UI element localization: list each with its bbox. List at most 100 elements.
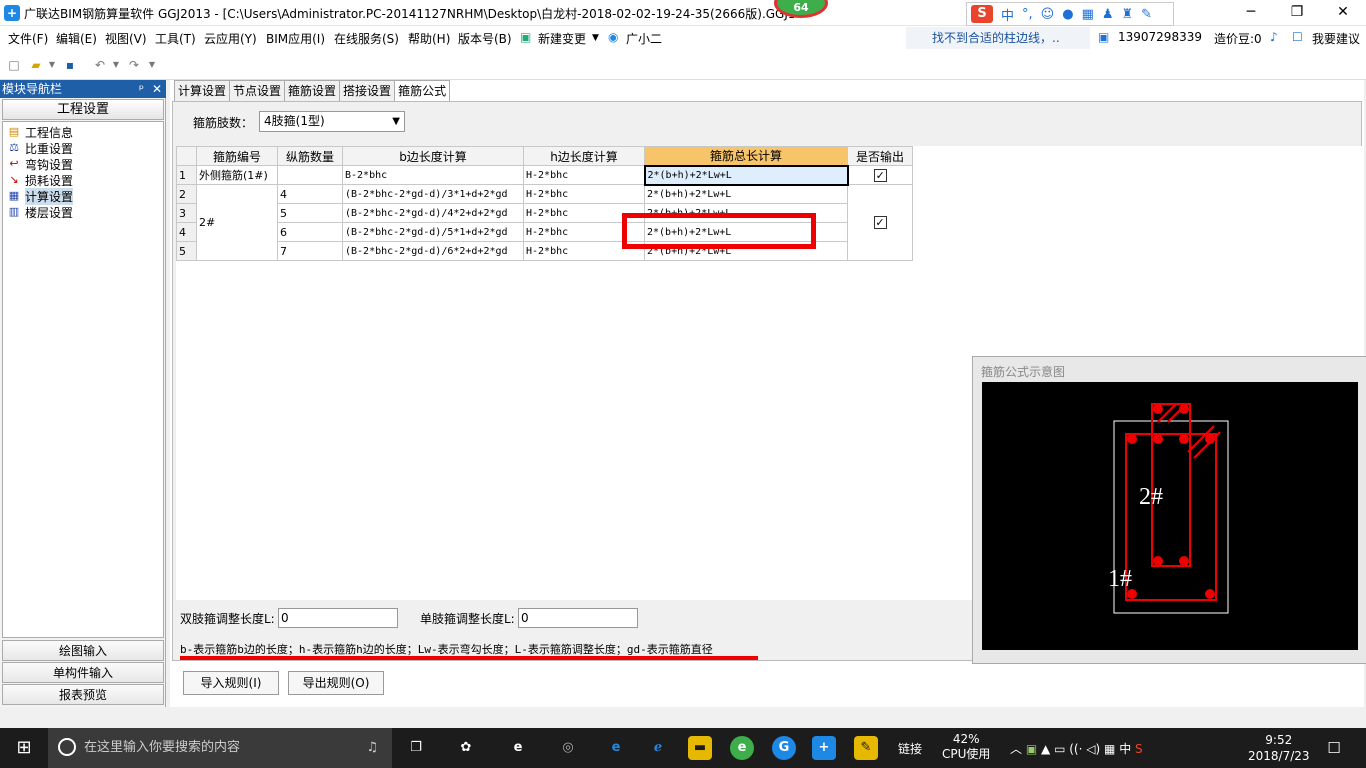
battery-icon[interactable]: ▭ (1054, 742, 1065, 756)
cost-bean[interactable]: 造价豆:0 (1214, 30, 1262, 47)
single-limb-input[interactable]: 0 (518, 608, 638, 628)
chevron-down-icon[interactable]: ▼ (592, 33, 599, 43)
col-header[interactable]: 纵筋数量 (277, 146, 343, 166)
tree-item-loss[interactable]: ↘ 损耗设置 (7, 172, 73, 188)
menu-version[interactable]: 版本号(B) (458, 30, 512, 47)
menu-view[interactable]: 视图(V) (105, 30, 147, 47)
chat-icon[interactable]: ☐ (1292, 30, 1303, 44)
suggest-link[interactable]: 我要建议 (1312, 30, 1360, 47)
tip-banner[interactable]: 找不到合适的柱边线，.. (906, 27, 1090, 49)
tree-item-floor[interactable]: ▥ 楼层设置 (7, 204, 73, 220)
col-header[interactable]: b边长度计算 (342, 146, 524, 166)
h-formula-cell[interactable]: H-2*bhc (523, 165, 645, 185)
b-formula-cell[interactable]: B-2*bhc (342, 165, 524, 185)
col-header[interactable]: 箍筋总长计算 (644, 146, 848, 166)
menu-assistant[interactable]: 广小二 (626, 30, 662, 47)
close-button[interactable]: ✕ (1320, 0, 1366, 26)
pin-icon[interactable]: ᵖ (139, 80, 144, 98)
double-limb-input[interactable]: 0 (278, 608, 398, 628)
code-cell[interactable]: 2# (196, 184, 278, 261)
output-checkbox[interactable]: ✓ (873, 168, 887, 182)
restore-button[interactable]: ❐ (1274, 0, 1320, 26)
qty-cell[interactable]: 6 (277, 222, 343, 242)
chevron-down-icon[interactable]: ▼ (144, 58, 160, 72)
col-header[interactable]: 是否输出 (847, 146, 913, 166)
phone-number[interactable]: 13907298339 (1118, 30, 1202, 44)
ime-indicator[interactable]: 中 (1119, 742, 1131, 756)
minimize-button[interactable]: ─ (1228, 0, 1274, 26)
tab-stirrup[interactable]: 箍筋设置 (284, 80, 341, 101)
network-icon[interactable]: ((· (1069, 742, 1082, 756)
menu-cloud[interactable]: 云应用(Y) (204, 30, 257, 47)
chevron-down-icon[interactable]: ▼ (44, 58, 60, 72)
ime-lang[interactable]: 中 (1001, 5, 1014, 24)
bell-icon[interactable]: ♪ (1270, 30, 1278, 44)
shirt-icon[interactable]: ♜ (1122, 7, 1134, 22)
chevron-up-icon[interactable]: ︿ (1010, 742, 1022, 756)
export-rules-button[interactable]: 导出规则(O) (288, 671, 384, 695)
row-number[interactable]: 4 (176, 222, 197, 242)
mic-icon[interactable]: ♫ (366, 728, 378, 768)
qty-cell[interactable]: 4 (277, 184, 343, 204)
menu-tools[interactable]: 工具(T) (155, 30, 196, 47)
tab-node[interactable]: 节点设置 (229, 80, 286, 101)
file-explorer-icon[interactable]: ▬ (688, 736, 712, 760)
menu-bim[interactable]: BIM应用(I) (266, 30, 325, 47)
tree-item-calc[interactable]: ▦ 计算设置 (7, 187, 74, 205)
open-folder-icon[interactable]: ▰ (28, 58, 44, 72)
new-file-icon[interactable]: □ (6, 58, 22, 72)
taskbar-search[interactable]: 在这里输入你要搜索的内容 ♫ (48, 728, 392, 768)
spiral-app-icon[interactable]: ◎ (556, 736, 580, 760)
output-cell[interactable]: ✓ (847, 184, 913, 261)
report-preview-button[interactable]: 报表预览 (2, 684, 164, 705)
qty-cell[interactable]: 5 (277, 203, 343, 223)
close-icon[interactable]: ✕ (152, 80, 162, 98)
row-number[interactable]: 2 (176, 184, 197, 204)
b-formula-cell[interactable]: (B-2*bhc-2*gd-d)/6*2+d+2*gd (342, 241, 524, 261)
output-checkbox[interactable]: ✓ (873, 216, 887, 229)
total-formula-cell[interactable]: 2*(b+h)+2*Lw+L (644, 184, 848, 204)
edge-icon[interactable]: e (604, 736, 628, 760)
b-formula-cell[interactable]: (B-2*bhc-2*gd-d)/5*1+d+2*gd (342, 222, 524, 242)
save-icon[interactable]: ▪ (62, 58, 78, 72)
tab-lap[interactable]: 搭接设置 (339, 80, 396, 101)
qty-cell[interactable]: 7 (277, 241, 343, 261)
keyboard-icon[interactable]: ▦ (1082, 7, 1094, 22)
g-app-icon[interactable]: G (772, 736, 796, 760)
clock[interactable]: 9:52 2018/7/23 (1248, 732, 1310, 764)
b-formula-cell[interactable]: (B-2*bhc-2*gd-d)/3*1+d+2*gd (342, 184, 524, 204)
notes-app-icon[interactable]: ✎ (854, 736, 878, 760)
mic-icon[interactable]: ● (1062, 7, 1073, 22)
project-settings-button[interactable]: 工程设置 (2, 99, 164, 120)
ime-toolbar[interactable]: S 中 °, ☺ ● ▦ ♟ ♜ ✎ (966, 2, 1174, 26)
wrench-icon[interactable]: ✎ (1141, 7, 1152, 22)
code-cell[interactable]: 外侧箍筋(1#) (196, 165, 278, 185)
tray-link[interactable]: 链接 (898, 740, 922, 757)
windows-start-icon[interactable]: ⊞ (0, 728, 48, 768)
import-rules-button[interactable]: 导入规则(I) (183, 671, 279, 695)
single-component-button[interactable]: 单构件输入 (2, 662, 164, 683)
drawing-input-button[interactable]: 绘图输入 (2, 640, 164, 661)
browser-360-icon[interactable]: e (730, 736, 754, 760)
notification-bell-icon[interactable]: ▲ (1041, 742, 1050, 756)
redo-icon[interactable]: ↷ (126, 58, 142, 72)
ie-icon[interactable]: ℯ (646, 736, 670, 760)
new-change-icon[interactable]: ▣ (520, 30, 531, 44)
tree-item-info[interactable]: ▤ 工程信息 (7, 124, 73, 140)
assistant-icon[interactable]: ◉ (608, 30, 618, 44)
tab-stirrup-formula[interactable]: 箍筋公式 (394, 80, 451, 102)
ime-punct[interactable]: °, (1022, 7, 1033, 22)
limbs-select[interactable]: 4肢箍(1型) ▼ (259, 111, 405, 132)
total-formula-cell[interactable]: 2*(b+h)+2*Lw+L (643, 164, 849, 186)
tree-item-weight[interactable]: ⚖ 比重设置 (7, 140, 73, 156)
chevron-down-icon[interactable]: ▼ (108, 58, 124, 72)
menu-new-change[interactable]: 新建变更 (538, 30, 586, 47)
col-header[interactable]: 箍筋编号 (196, 146, 278, 166)
sogou-tray-icon[interactable]: S (1135, 742, 1143, 756)
keyboard-icon[interactable]: ▦ (1104, 742, 1115, 756)
row-number[interactable]: 5 (176, 241, 197, 261)
tray-app-icon[interactable]: ▣ (1026, 742, 1037, 756)
tree-item-hook[interactable]: ↩ 弯钩设置 (7, 156, 73, 172)
glodon-app-icon[interactable]: + (812, 736, 836, 760)
undo-icon[interactable]: ↶ (92, 58, 108, 72)
